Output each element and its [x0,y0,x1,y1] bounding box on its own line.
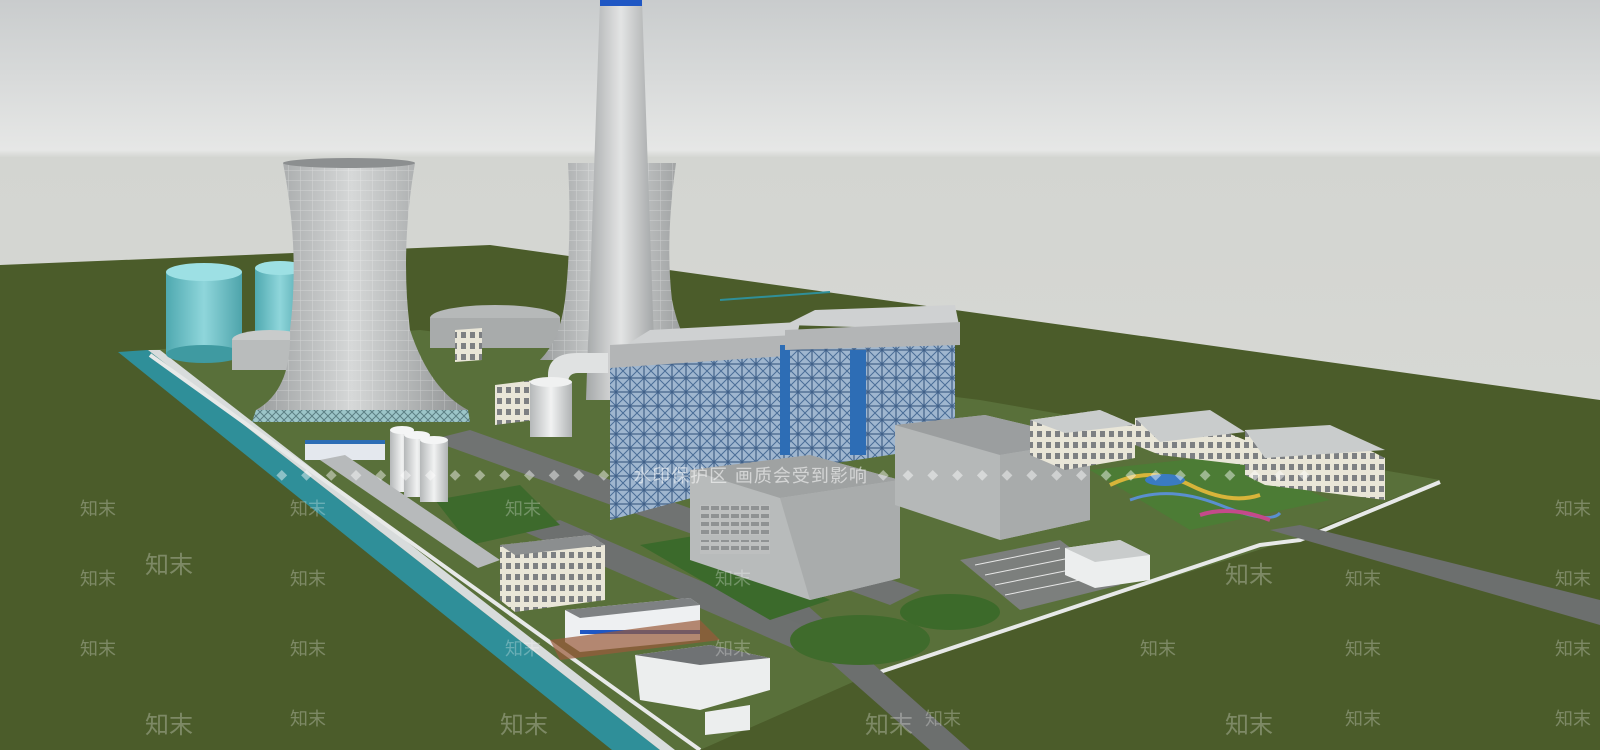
watermark-logo: 知末 [1555,639,1591,660]
watermark-logo: 知末 [1345,639,1381,660]
watermark-logo: 知末 [1345,569,1381,590]
watermark-logo: 知末 [1555,569,1591,590]
watermark-logo: 知末 [505,499,541,520]
watermark-logo: 知末 [1345,709,1381,730]
watermark-logo: 知末 [290,499,326,520]
watermark-logo: 知末 [145,711,193,739]
watermark-logo: 知末 [290,639,326,660]
watermark-logo: 知末 [500,711,548,739]
watermark-logo: 知末 [865,711,913,739]
watermark-logo: 知末 [1140,639,1176,660]
watermark-logo: 知末 [145,551,193,579]
watermark-logo: 知末 [80,639,116,660]
watermark-logo: 知末 [290,569,326,590]
watermark-logo: 知末 [1555,709,1591,730]
watermark-logo: 知末 [1555,499,1591,520]
watermark-logo: 知末 [505,639,541,660]
watermark-logo: 知末 [715,569,751,590]
watermark-logo: 知末 [925,709,961,730]
watermark-logo: 知末 [715,639,751,660]
watermark-logo: 知末 [290,709,326,730]
watermark-logo: 知末 [1225,561,1273,589]
watermark-logo: 知末 [1225,711,1273,739]
watermark-logo: 知末 [80,499,116,520]
watermark-banner-text: 水印保护区 画质会受到影响 [633,466,868,487]
watermark-logo: 知末 [80,569,116,590]
watermark-banner: ◆◆◆◆◆◆◆◆◆◆◆◆◆◆ 水印保护区 画质会受到影响 ◆◆◆◆◆◆◆◆◆◆◆… [0,460,1600,490]
